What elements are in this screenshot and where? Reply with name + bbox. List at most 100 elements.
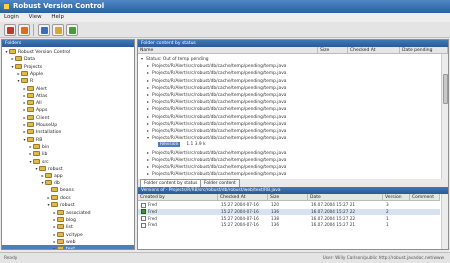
stop-button[interactable] <box>18 24 30 36</box>
tree-node-label: Robust Version Control <box>18 50 71 55</box>
status-bar: Ready User: Willy Carlson/public http://… <box>0 252 450 263</box>
tab-folder-content[interactable]: Folder content <box>200 179 240 187</box>
tree-node-label: db <box>54 181 60 187</box>
tree-node-label: R <box>30 79 34 85</box>
tab-folder-content-by-status[interactable]: Folder content by status <box>140 179 202 187</box>
open-button[interactable] <box>4 24 16 36</box>
tree-node-label: web <box>66 239 76 245</box>
version-cell-size: 138 <box>271 215 279 221</box>
version-cell-at: 15:27 2004-07-16 <box>221 215 259 221</box>
version-cell-date: 16.07.2004 15:27 22 <box>311 208 356 214</box>
version-cell: Fred <box>141 222 157 229</box>
tree-node-label: MouseUp <box>36 123 58 128</box>
tree-node-label: Atlas <box>36 93 48 99</box>
users-button[interactable] <box>38 24 50 36</box>
version-row[interactable]: Fred 15:27 2004-07-16 136 16.07.2004 15:27 … <box>138 208 440 216</box>
tree-node-label: Projects <box>24 64 43 70</box>
versions-panel: Versions of - Projects/R/RB/src/robust/d… <box>138 187 448 249</box>
versions-scrollbar[interactable] <box>441 194 448 249</box>
folder-tree-pane: Folders ▾ Robust Version Control ▸ Data ▾ Pro… <box>1 39 135 250</box>
version-cell-date: 16.07.2004 15:27 21 <box>311 222 356 228</box>
version-cell: Fred <box>141 202 157 209</box>
file-path: Revision <box>158 142 181 148</box>
toolbar-separator <box>33 24 34 36</box>
column-header[interactable]: Name <box>138 47 318 54</box>
content-pane-header: Folder content by status <box>138 40 448 47</box>
folder-icon <box>57 224 64 230</box>
folder-icon <box>57 231 64 237</box>
folder-icon <box>45 173 52 179</box>
stop-icon <box>21 27 28 34</box>
add-user-button[interactable] <box>52 24 64 36</box>
tree-node-label: docs <box>60 196 71 201</box>
version-row[interactable]: Fred 15:27 2004-07-16 136 16.07.2004 15:27 … <box>138 222 440 229</box>
file-row[interactable]: ▸ Projects/R/Alert/src/robust/db/cache/te… <box>138 170 440 178</box>
versions-column-header[interactable]: Version <box>383 194 410 201</box>
tree-node-label: All <box>36 101 42 107</box>
export-icon <box>69 27 76 34</box>
version-cell: Fred <box>141 216 157 223</box>
folder-icon <box>27 92 34 98</box>
version-created-by: Fred <box>148 215 157 221</box>
tree-node-label: Apps <box>36 108 48 114</box>
version-row[interactable]: Fred 15:27 2004-07-16 138 16.07.2004 15:27 … <box>138 216 440 223</box>
column-header[interactable]: Checked At <box>348 47 400 54</box>
folder-content-table: Name Size Checked At Date pending ▾ Status: … <box>138 47 448 179</box>
folder-icon <box>57 216 64 222</box>
status-text: Ready <box>4 256 18 261</box>
file-path: Projects/R/Alert/src/robust/db/cache/tem… <box>152 172 287 178</box>
tree-node-label: lib <box>42 152 48 158</box>
version-cell-date: 16.07.2004 15:27 22 <box>311 215 356 221</box>
menu-help[interactable]: Help <box>51 14 64 20</box>
tree-node-label: robust <box>60 203 75 209</box>
versions-column-header[interactable]: Comment <box>410 194 440 201</box>
tree-node-label: associated <box>66 210 91 216</box>
menu-view[interactable]: View <box>29 14 42 20</box>
tree-node-label: vcitype <box>66 232 83 238</box>
tree-node-label: Data <box>24 57 35 63</box>
revision-info: 1.1 3.9 k <box>186 142 206 148</box>
versions-column-header[interactable]: Checked At <box>218 194 268 201</box>
content-scrollbar[interactable] <box>441 54 448 179</box>
versions-header: Versions of - Projects/R/RB/src/robust/d… <box>138 187 448 194</box>
folder-icon <box>15 56 22 62</box>
tree-node-label: robust <box>48 166 63 172</box>
column-header[interactable]: Date pending <box>400 47 448 54</box>
folder-icon <box>27 114 34 120</box>
version-cell-at: 15:27 2004-07-16 <box>221 202 259 207</box>
folder-icon <box>15 63 22 69</box>
folder-icon <box>27 122 34 127</box>
folder-icon <box>27 107 34 113</box>
folder-icon <box>27 136 34 142</box>
folder-icon <box>51 186 58 192</box>
tree-node-label: src <box>42 159 49 165</box>
versions-column-header[interactable]: Size <box>268 194 308 201</box>
folder-icon <box>9 49 16 54</box>
folder-icon <box>45 180 52 186</box>
versions-column-header[interactable]: Created by <box>138 194 218 201</box>
tree-node-label: list <box>66 225 73 231</box>
folder-icon <box>33 143 40 149</box>
versions-column-header[interactable]: Date <box>308 194 383 201</box>
version-cell-ver: 1 <box>386 215 389 221</box>
content-scroll-thumb[interactable] <box>443 74 448 104</box>
folder-tree-header: Folders <box>2 40 134 47</box>
tree-node-label: beans <box>60 187 74 193</box>
version-row[interactable]: Fred 15:27 2004-07-16 120 16.07.2004 15:27 … <box>138 202 440 209</box>
folder-icon <box>57 209 64 215</box>
folder-icon <box>27 129 34 135</box>
app-icon <box>3 3 10 10</box>
column-header[interactable]: Size <box>318 47 348 54</box>
menu-login[interactable]: Login <box>4 14 19 20</box>
folder-icon <box>21 70 28 76</box>
tree-node-label: Alert <box>36 86 47 92</box>
version-cell-at: 15:27 2004-07-16 <box>221 208 259 214</box>
current-version-icon <box>141 209 146 215</box>
tree-node-label: blog <box>66 217 76 223</box>
version-cell-ver: 1 <box>386 222 389 228</box>
toolbar <box>0 22 450 38</box>
export-button[interactable] <box>66 24 78 36</box>
version-cell-ver: 2 <box>386 208 389 214</box>
version-cell-size: 136 <box>271 222 279 228</box>
tree-node[interactable]: ▸ text <box>2 245 134 249</box>
